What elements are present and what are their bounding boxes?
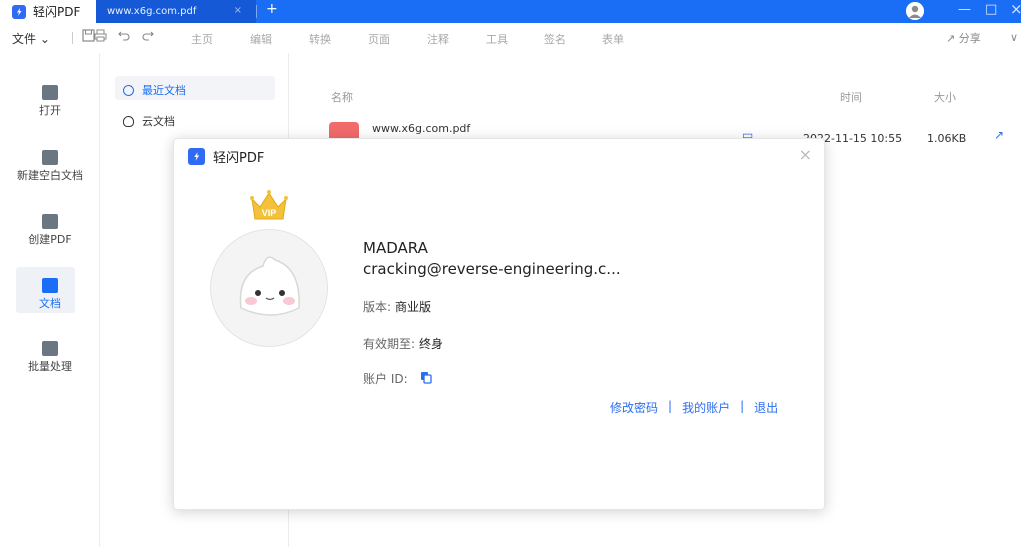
- tab-sign[interactable]: 签名: [544, 31, 566, 47]
- create-pdf-icon: [42, 214, 58, 229]
- user-avatar-icon[interactable]: [906, 2, 924, 20]
- link-separator: |: [668, 399, 673, 413]
- copy-icon[interactable]: [420, 371, 432, 387]
- change-password-link[interactable]: 修改密码: [610, 399, 658, 416]
- share-icon: ↗: [946, 32, 956, 45]
- file-menu-button[interactable]: 文件 ⌄: [12, 30, 50, 47]
- expiry-value: 终身: [419, 337, 444, 351]
- file-size: 1.06KB: [927, 132, 967, 145]
- app-name: 轻闪PDF: [33, 5, 81, 19]
- nav-documents[interactable]: 文档: [0, 278, 100, 311]
- tab-edit[interactable]: 编辑: [250, 31, 272, 47]
- file-name[interactable]: www.x6g.com.pdf: [372, 122, 470, 135]
- column-name[interactable]: 名称: [331, 89, 353, 105]
- close-window-button[interactable]: ×: [1010, 0, 1021, 18]
- column-time[interactable]: 时间: [840, 89, 862, 105]
- account-dialog: 轻闪PDF × VIP MADARA cracking@reverse-engi…: [173, 138, 825, 510]
- maximize-button[interactable]: □: [985, 2, 997, 17]
- tab-document[interactable]: www.x6g.com.pdf ×: [96, 0, 256, 23]
- print-icon[interactable]: [94, 29, 107, 46]
- minimize-button[interactable]: —: [958, 2, 971, 17]
- app-tab[interactable]: 轻闪PDF: [0, 0, 96, 23]
- tab-page[interactable]: 页面: [368, 31, 390, 47]
- left-navigation: 打开 新建空白文档 创建PDF 文档 批量处理: [0, 53, 100, 547]
- nav-new-blank[interactable]: 新建空白文档: [0, 150, 100, 183]
- subnav-cloud[interactable]: 云文档: [123, 113, 175, 129]
- tab-annotate[interactable]: 注释: [427, 31, 449, 47]
- column-size[interactable]: 大小: [934, 89, 956, 105]
- close-tab-icon[interactable]: ×: [234, 5, 242, 16]
- account-id-info: 账户 ID:: [363, 370, 432, 387]
- tab-convert[interactable]: 转换: [309, 31, 331, 47]
- close-dialog-button[interactable]: ×: [799, 145, 812, 164]
- new-document-icon: [42, 150, 58, 165]
- version-info: 版本: 商业版: [363, 300, 432, 314]
- dialog-title: 轻闪PDF: [188, 147, 264, 166]
- new-tab-button[interactable]: +: [266, 1, 278, 17]
- tab-tools[interactable]: 工具: [486, 31, 508, 47]
- tab-home[interactable]: 主页: [191, 31, 213, 47]
- clock-icon: [123, 84, 134, 96]
- vip-crown-icon: VIP: [248, 189, 290, 228]
- user-email: cracking@reverse-engineering.c...: [363, 260, 621, 278]
- nav-batch[interactable]: 批量处理: [0, 341, 100, 374]
- user-avatar: [210, 229, 328, 347]
- subnav-recent[interactable]: 最近文档: [123, 82, 186, 98]
- nav-create-pdf[interactable]: 创建PDF: [0, 214, 100, 247]
- vip-badge-text: VIP: [262, 208, 277, 218]
- app-logo-icon: [188, 148, 205, 165]
- share-button[interactable]: ↗ 分享: [946, 30, 981, 46]
- title-bar: 轻闪PDF www.x6g.com.pdf × + — □ ×: [0, 0, 1021, 23]
- account-links: 修改密码 | 我的账户 | 退出: [610, 399, 778, 416]
- toolbar-divider: [72, 32, 73, 44]
- tab-form[interactable]: 表单: [602, 31, 624, 47]
- share-file-icon[interactable]: ↗: [994, 128, 1004, 142]
- collapse-chevron-icon[interactable]: ∨: [1010, 31, 1018, 44]
- tab-document-label: www.x6g.com.pdf: [107, 6, 197, 17]
- link-separator: |: [740, 399, 745, 413]
- my-account-link[interactable]: 我的账户: [682, 399, 730, 416]
- folder-icon: [42, 85, 58, 100]
- app-logo-icon: [12, 4, 26, 19]
- documents-icon: [42, 278, 58, 293]
- tab-divider: [256, 5, 257, 18]
- batch-icon: [42, 341, 58, 356]
- cloud-icon: [123, 115, 134, 127]
- nav-open[interactable]: 打开: [0, 85, 100, 118]
- logout-link[interactable]: 退出: [754, 399, 778, 416]
- undo-icon[interactable]: [118, 29, 130, 45]
- expiry-info: 有效期至: 终身: [363, 337, 444, 351]
- toolbar: 文件 ⌄ 主页 编辑 转换 页面 注释 工具 签名 表单 ↗ 分享 ∨: [0, 23, 1021, 53]
- user-name: MADARA: [363, 239, 428, 257]
- version-value: 商业版: [395, 300, 432, 314]
- redo-icon[interactable]: [142, 29, 154, 45]
